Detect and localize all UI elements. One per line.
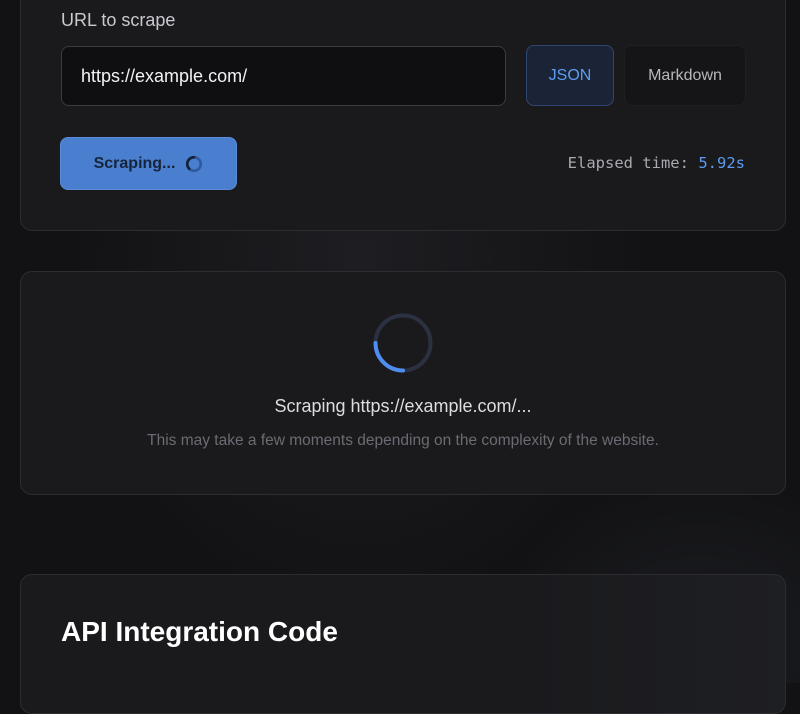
elapsed-label: Elapsed time: bbox=[567, 154, 689, 172]
elapsed-value: 5.92s bbox=[698, 154, 745, 172]
scrape-form-card bbox=[20, 0, 786, 231]
url-input[interactable] bbox=[61, 46, 506, 106]
loading-subtitle: This may take a few moments depending on… bbox=[147, 432, 659, 449]
url-label: URL to scrape bbox=[61, 10, 176, 30]
loading-title: Scraping https://example.com/... bbox=[274, 396, 532, 416]
scrape-button[interactable]: Scraping... bbox=[60, 137, 237, 190]
format-json-button[interactable]: JSON bbox=[526, 45, 614, 106]
api-integration-title: API Integration Code bbox=[61, 616, 338, 647]
elapsed-time: Elapsed time: 5.92s bbox=[568, 154, 745, 172]
loading-spinner-icon bbox=[186, 155, 203, 172]
format-markdown-button[interactable]: Markdown bbox=[624, 45, 746, 106]
scrape-button-label: Scraping... bbox=[93, 154, 176, 172]
loading-card bbox=[20, 271, 786, 495]
loading-spinner-icon bbox=[373, 313, 433, 373]
